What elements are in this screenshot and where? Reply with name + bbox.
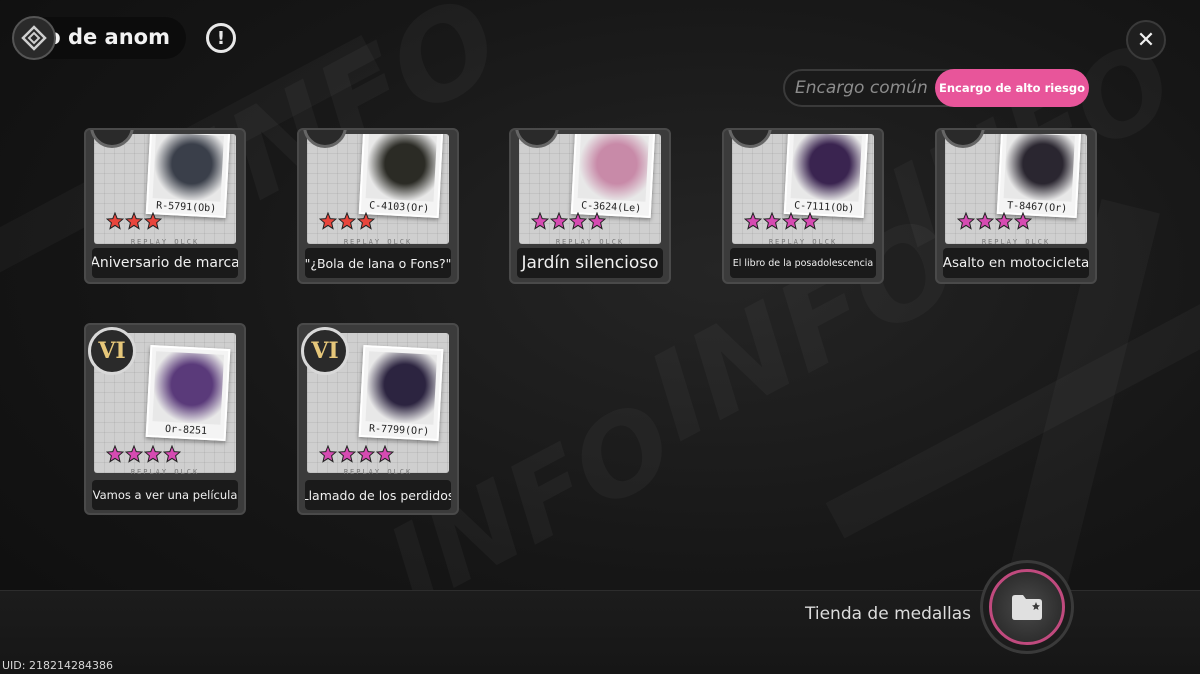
commission-card[interactable]: C-7111(Ob) REPLAY OLCK El libro de la posa…: [722, 128, 884, 284]
card-paper: C-3624(Le): [519, 134, 661, 244]
star-icon: [338, 212, 356, 230]
anomaly-art: [790, 134, 862, 202]
commission-card[interactable]: C-4103(Or) REPLAY OLCK "¿Bola de lana o Fo…: [297, 128, 459, 284]
anomaly-photo: R-5791(Ob): [145, 134, 231, 219]
card-paper: T-8467(Or): [945, 134, 1087, 244]
anomaly-photo: C-7111(Ob): [783, 134, 869, 219]
uid-text: UID: 218214284386: [2, 659, 113, 672]
star-icon: [976, 212, 994, 230]
anomaly-art: [365, 351, 438, 425]
difficulty-stars: [106, 212, 162, 230]
card-paper: C-4103(Or): [307, 134, 449, 244]
star-icon: [550, 212, 568, 230]
anomaly-code: R-7799(Or): [368, 423, 430, 438]
page-title: o de anom: [46, 25, 170, 49]
replay-caption: REPLAY OLCK: [130, 468, 200, 476]
star-icon: [357, 445, 375, 463]
star-icon: [319, 445, 337, 463]
commission-card[interactable]: Or-8251 VI REPLAY OLCK ¡Vamos a ver una pel…: [84, 323, 246, 515]
card-paper: R-5791(Ob): [94, 134, 236, 244]
star-icon: [125, 212, 143, 230]
anomaly-art: [577, 134, 649, 202]
difficulty-stars: [106, 445, 181, 463]
anomaly-photo: C-3624(Le): [570, 134, 656, 219]
star-icon: [801, 212, 819, 230]
star-icon: [106, 445, 124, 463]
folder-star-icon: [1012, 595, 1042, 620]
commission-card[interactable]: R-7799(Or) VI REPLAY OLCK Llamado de los pe…: [297, 323, 459, 515]
star-icon: [744, 212, 762, 230]
replay-caption: REPLAY OLCK: [343, 238, 413, 246]
commission-title: Llamado de los perdidos: [305, 480, 451, 510]
star-icon: [163, 445, 181, 463]
star-icon: [338, 445, 356, 463]
app-logo-icon: [12, 16, 56, 60]
anomaly-art: [1003, 134, 1075, 202]
star-icon: [144, 212, 162, 230]
replay-caption: REPLAY OLCK: [343, 468, 413, 476]
commission-title: ¡Vamos a ver una película!: [92, 480, 238, 510]
commission-title: "¿Bola de lana o Fons?": [305, 248, 451, 278]
difficulty-stars: [531, 212, 606, 230]
star-icon: [531, 212, 549, 230]
anomaly-photo: C-4103(Or): [358, 134, 444, 219]
anomaly-art: [365, 134, 437, 202]
star-icon: [957, 212, 975, 230]
replay-caption: REPLAY OLCK: [555, 238, 625, 246]
commission-title: Aniversario de marca: [92, 248, 238, 278]
commission-title: Jardín silencioso: [517, 248, 663, 278]
anomaly-photo: R-7799(Or): [358, 344, 444, 442]
star-icon: [1014, 212, 1032, 230]
star-icon: [144, 445, 162, 463]
anomaly-photo: T-8467(Or): [996, 134, 1082, 219]
star-icon: [763, 212, 781, 230]
commission-card[interactable]: R-5791(Ob) REPLAY OLCK Aniversario de marc…: [84, 128, 246, 284]
difficulty-stars: [957, 212, 1032, 230]
star-icon: [569, 212, 587, 230]
star-icon: [125, 445, 143, 463]
anomaly-art: [152, 351, 225, 425]
rank-badge: VI: [301, 327, 349, 375]
replay-caption: REPLAY OLCK: [130, 238, 200, 246]
star-icon: [588, 212, 606, 230]
page-title-pill: o de anom: [40, 17, 186, 59]
commission-card[interactable]: T-8467(Or) REPLAY OLCK Asalto en motocicle…: [935, 128, 1097, 284]
star-icon: [319, 212, 337, 230]
replay-caption: REPLAY OLCK: [981, 238, 1051, 246]
star-icon: [376, 445, 394, 463]
medal-shop-label: Tienda de medallas: [805, 604, 972, 624]
star-icon: [357, 212, 375, 230]
anomaly-art: [152, 134, 224, 202]
anomaly-code: Or-8251: [164, 423, 208, 438]
commission-title: Asalto en motocicleta: [943, 248, 1089, 278]
star-icon: [782, 212, 800, 230]
star-icon: [995, 212, 1013, 230]
anomaly-photo: Or-8251: [145, 344, 231, 442]
commission-grid: R-5791(Ob) REPLAY OLCK Aniversario de marc…: [0, 0, 1200, 590]
difficulty-stars: [319, 445, 394, 463]
medal-shop-ring: [989, 569, 1065, 645]
commission-card[interactable]: C-3624(Le) REPLAY OLCK Jardín silencioso: [509, 128, 671, 284]
star-icon: [106, 212, 124, 230]
medal-shop-button[interactable]: [980, 560, 1074, 654]
card-paper: C-7111(Ob): [732, 134, 874, 244]
difficulty-stars: [319, 212, 375, 230]
commission-title: El libro de la posadolescencia: [730, 248, 876, 278]
replay-caption: REPLAY OLCK: [768, 238, 838, 246]
rank-badge: VI: [88, 327, 136, 375]
difficulty-stars: [744, 212, 819, 230]
